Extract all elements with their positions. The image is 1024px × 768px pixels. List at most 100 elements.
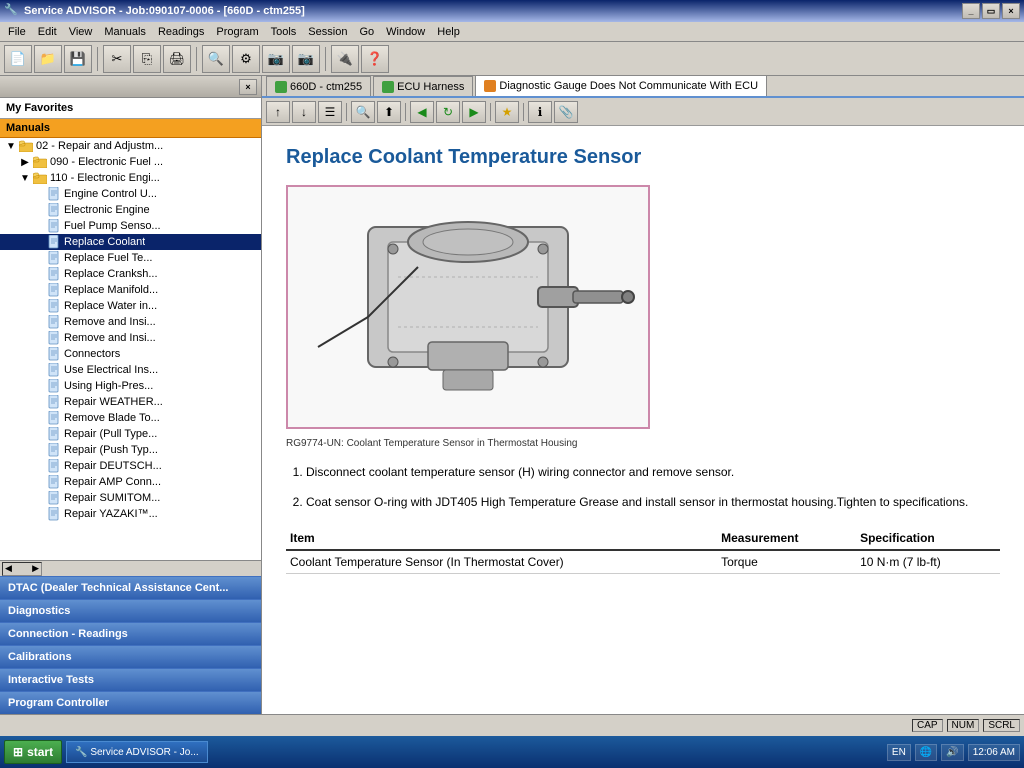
taskbar-service-advisor[interactable]: 🔧 Service ADVISOR - Jo... — [66, 741, 208, 763]
toolbar-separator-2 — [196, 47, 197, 71]
manuals-header[interactable]: Manuals — [0, 119, 261, 138]
my-favorites[interactable]: My Favorites — [0, 98, 261, 119]
start-button[interactable]: ⊞ start — [4, 740, 62, 764]
minimize-button[interactable]: _ — [962, 3, 980, 19]
menu-item-edit[interactable]: Edit — [32, 24, 63, 40]
tree-item-18[interactable]: Repair (Pull Type... — [0, 426, 261, 442]
print-button[interactable]: 🖨 — [163, 45, 191, 73]
menu-item-go[interactable]: Go — [353, 24, 380, 40]
restore-button[interactable]: ▭ — [982, 3, 1000, 19]
tree-item-19[interactable]: Repair (Push Typ... — [0, 442, 261, 458]
menu-item-manuals[interactable]: Manuals — [98, 24, 152, 40]
camera-button-2[interactable]: 📷 — [292, 45, 320, 73]
content-title: Replace Coolant Temperature Sensor — [286, 146, 1000, 169]
menu-item-readings[interactable]: Readings — [152, 24, 210, 40]
menu-item-help[interactable]: Help — [431, 24, 466, 40]
tree-item-12[interactable]: Remove and Insi... — [0, 330, 261, 346]
link-button[interactable]: 📎 — [554, 101, 578, 123]
doc-icon-12 — [46, 331, 62, 345]
diagram-svg: (H) — [288, 187, 648, 427]
star-button[interactable]: ★ — [495, 101, 519, 123]
menu-item-tools[interactable]: Tools — [265, 24, 303, 40]
hscroll-bar[interactable]: ◀▶ — [2, 562, 42, 576]
tree-item-23[interactable]: Repair YAZAKI™... — [0, 506, 261, 522]
tree-item-10[interactable]: Replace Water in... — [0, 298, 261, 314]
tab-2[interactable]: Diagnostic Gauge Does Not Communicate Wi… — [475, 76, 767, 96]
tree-item-5[interactable]: Fuel Pump Senso... — [0, 218, 261, 234]
doc-icon-15 — [46, 379, 62, 393]
search-content-button[interactable]: 🔍 — [351, 101, 375, 123]
bottom-item-3[interactable]: Calibrations — [0, 645, 261, 668]
bottom-item-1[interactable]: Diagnostics — [0, 599, 261, 622]
tree-item-15[interactable]: Using High-Pres... — [0, 378, 261, 394]
tree-item-7[interactable]: Replace Fuel Te... — [0, 250, 261, 266]
tab-icon-1 — [382, 81, 394, 93]
doc-icon-3 — [46, 187, 62, 201]
save-button[interactable]: 💾 — [64, 45, 92, 73]
tree-item-2[interactable]: ▼110 - Electronic Engi... — [0, 170, 261, 186]
tab-0[interactable]: 660D - ctm255 — [266, 76, 371, 96]
settings-button[interactable]: ⚙ — [232, 45, 260, 73]
tree-label-16: Repair WEATHER... — [64, 396, 163, 408]
toolbar-separator-3 — [325, 47, 326, 71]
cut-button[interactable]: ✂ — [103, 45, 131, 73]
connect-button[interactable]: 🔌 — [331, 45, 359, 73]
menu-item-program[interactable]: Program — [210, 24, 264, 40]
tree-item-17[interactable]: Remove Blade To... — [0, 410, 261, 426]
bottom-item-4[interactable]: Interactive Tests — [0, 668, 261, 691]
doc-icon-17 — [46, 411, 62, 425]
open-button[interactable]: 📁 — [34, 45, 62, 73]
panel-close-button[interactable]: × — [239, 79, 257, 95]
close-button[interactable]: × — [1002, 3, 1020, 19]
tree-container[interactable]: ▼02 - Repair and Adjustm...▶090 - Electr… — [0, 138, 261, 560]
diagram-container: (H) — [286, 185, 650, 429]
tree-item-4[interactable]: Electronic Engine — [0, 202, 261, 218]
windows-icon: ⊞ — [13, 745, 23, 759]
tree-item-21[interactable]: Repair AMP Conn... — [0, 474, 261, 490]
menu-item-file[interactable]: File — [2, 24, 32, 40]
tree-item-9[interactable]: Replace Manifold... — [0, 282, 261, 298]
tree-item-6[interactable]: Replace Coolant — [0, 234, 261, 250]
nav-forward-button[interactable]: ↓ — [292, 101, 316, 123]
menu-item-window[interactable]: Window — [380, 24, 431, 40]
spec-table: Item Measurement Specification Coolant T… — [286, 527, 1000, 574]
menu-item-view[interactable]: View — [63, 24, 99, 40]
next-button[interactable]: ▶ — [462, 101, 486, 123]
search-button[interactable]: 🔍 — [202, 45, 230, 73]
tree-item-11[interactable]: Remove and Insi... — [0, 314, 261, 330]
copy-button[interactable]: ⎘ — [133, 45, 161, 73]
doc-icon-21 — [46, 475, 62, 489]
tree-item-14[interactable]: Use Electrical Ins... — [0, 362, 261, 378]
tree-label-12: Remove and Insi... — [64, 332, 156, 344]
bottom-item-2[interactable]: Connection - Readings — [0, 622, 261, 645]
start-label: start — [27, 745, 53, 759]
tree-item-1[interactable]: ▶090 - Electronic Fuel ... — [0, 154, 261, 170]
nav-back-button[interactable]: ↑ — [266, 101, 290, 123]
refresh-button[interactable]: ↻ — [436, 101, 460, 123]
tab-1[interactable]: ECU Harness — [373, 76, 473, 96]
new-button[interactable]: 📄 — [4, 45, 32, 73]
tree-label-19: Repair (Push Typ... — [64, 444, 158, 456]
bottom-item-0[interactable]: DTAC (Dealer Technical Assistance Cent..… — [0, 576, 261, 599]
tree-label-20: Repair DEUTSCH... — [64, 460, 162, 472]
bottom-item-5[interactable]: Program Controller — [0, 691, 261, 714]
tree-item-16[interactable]: Repair WEATHER... — [0, 394, 261, 410]
tree-item-3[interactable]: Engine Control U... — [0, 186, 261, 202]
prev-button[interactable]: ◀ — [410, 101, 434, 123]
info-button[interactable]: ℹ — [528, 101, 552, 123]
toc-button[interactable]: ☰ — [318, 101, 342, 123]
tree-item-22[interactable]: Repair SUMITOM... — [0, 490, 261, 506]
tree-item-0[interactable]: ▼02 - Repair and Adjustm... — [0, 138, 261, 154]
tree-hscroll[interactable]: ◀▶ — [0, 560, 261, 576]
toolbar: 📄 📁 💾 ✂ ⎘ 🖨 🔍 ⚙ 📷 📷 🔌 ❓ — [0, 42, 1024, 76]
up-button[interactable]: ⬆ — [377, 101, 401, 123]
tree-expand-icon-1: ▶ — [18, 157, 32, 168]
tree-item-20[interactable]: Repair DEUTSCH... — [0, 458, 261, 474]
camera-button-1[interactable]: 📷 — [262, 45, 290, 73]
locale-indicator: EN — [887, 744, 911, 761]
menu-item-session[interactable]: Session — [302, 24, 353, 40]
help-button[interactable]: ❓ — [361, 45, 389, 73]
tree-item-13[interactable]: Connectors — [0, 346, 261, 362]
tree-item-8[interactable]: Replace Cranksh... — [0, 266, 261, 282]
tree-label-0: 02 - Repair and Adjustm... — [36, 140, 163, 152]
